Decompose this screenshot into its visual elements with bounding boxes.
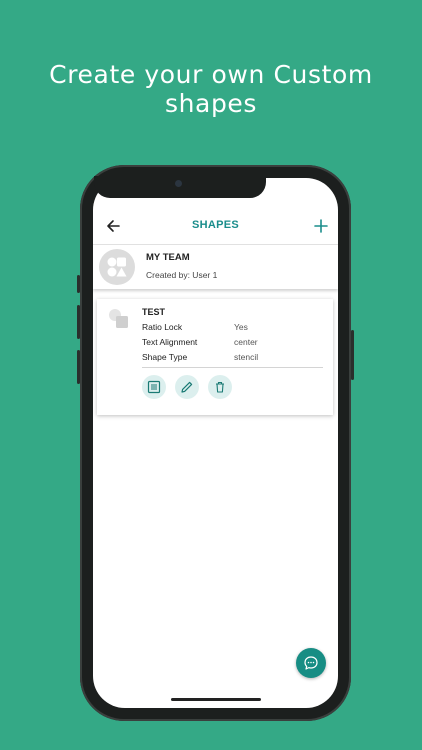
details-icon <box>147 380 161 394</box>
phone-notch <box>94 176 266 198</box>
team-name: MY TEAM <box>146 252 190 263</box>
edit-button[interactable] <box>175 375 199 399</box>
plus-icon <box>314 219 328 233</box>
shape-name: TEST <box>142 307 166 317</box>
page-title: SHAPES <box>191 219 240 231</box>
delete-icon <box>216 381 224 393</box>
card-divider <box>142 367 323 368</box>
property-label: Shape Type <box>142 352 188 362</box>
delete-button[interactable] <box>208 375 232 399</box>
volume-down-button <box>77 350 80 384</box>
app-bar: SHAPES <box>93 208 338 245</box>
team-created-by: Created by: User 1 <box>146 270 218 280</box>
front-camera <box>175 180 182 187</box>
details-button[interactable] <box>142 375 166 399</box>
property-value: stencil <box>234 352 259 362</box>
shape-thumbnail <box>107 307 131 331</box>
property-label: Text Alignment <box>142 337 198 347</box>
edit-icon <box>181 381 193 393</box>
phone-frame: SHAPES MY TEAM Created by: User 1 TEST R… <box>77 165 354 721</box>
app-screen: SHAPES MY TEAM Created by: User 1 TEST R… <box>93 178 338 708</box>
add-shape-button[interactable] <box>309 214 333 238</box>
chat-button[interactable] <box>296 648 326 678</box>
shapes-icon <box>107 257 127 277</box>
volume-up-button <box>77 305 80 339</box>
promo-headline: Create your own Custom shapes <box>49 60 373 118</box>
silent-switch <box>77 275 80 293</box>
team-header: MY TEAM Created by: User 1 <box>93 245 338 289</box>
property-value: center <box>234 337 258 347</box>
property-value: Yes <box>234 322 248 332</box>
chat-icon <box>304 656 318 670</box>
team-avatar <box>99 249 135 285</box>
shape-preview-icon <box>109 309 128 328</box>
power-button <box>351 330 354 380</box>
shape-card[interactable]: TEST Ratio Lock Yes Text Alignment cente… <box>97 299 333 415</box>
property-label: Ratio Lock <box>142 322 183 332</box>
home-indicator <box>171 698 261 701</box>
